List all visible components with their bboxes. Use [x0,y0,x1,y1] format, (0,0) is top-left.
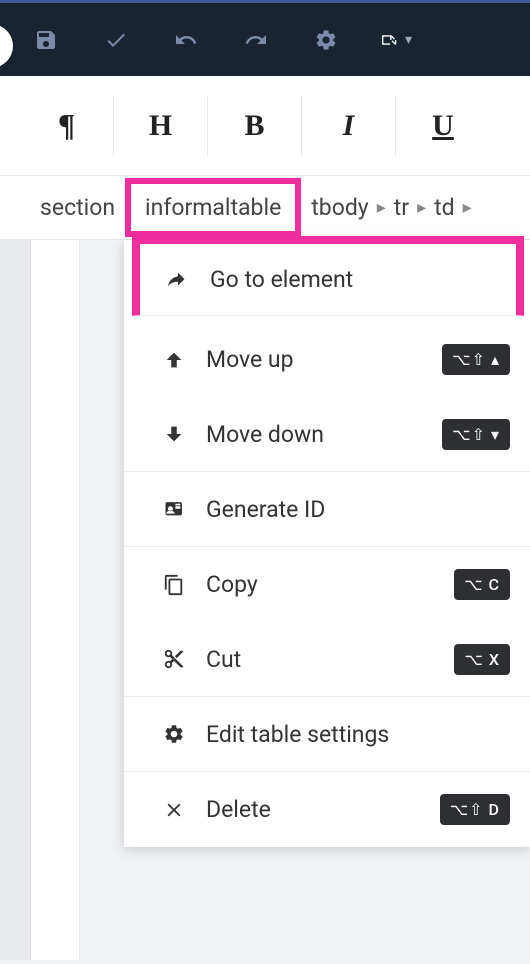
pilcrow-button[interactable]: ¶ [20,96,114,156]
menu-move-down[interactable]: Move down ⌥⇧ ▾ [124,397,530,472]
menu-label: Edit table settings [206,721,530,748]
breadcrumb-tr[interactable]: tr [384,194,419,221]
menu-delete[interactable]: Delete ⌥⇧ D [124,772,530,847]
close-icon [154,799,194,821]
fullscreen-icon[interactable]: ▾ [380,24,412,56]
gear-icon[interactable] [310,24,342,56]
shortcut-badge: ⌥ X [454,644,510,675]
menu-move-up[interactable]: Move up ⌥⇧ ▴ [124,322,530,397]
top-toolbar: ▾ [0,0,530,76]
redo-icon[interactable] [240,24,272,56]
doc-margin [30,240,80,960]
copy-icon [154,574,194,596]
cut-icon [154,648,194,670]
menu-copy[interactable]: Copy ⌥ C [124,547,530,622]
shortcut-badge: ⌥⇧ ▴ [442,344,510,375]
chevron-right-icon: ▸ [463,197,472,218]
undo-icon[interactable] [170,24,202,56]
format-toolbar: ¶ H B I U [0,76,530,176]
menu-label: Move up [206,346,442,373]
breadcrumb-tbody[interactable]: tbody [301,194,378,221]
menu-label: Generate ID [206,496,530,523]
menu-generate-id[interactable]: Generate ID [124,472,530,547]
context-menu: Go to element Move up ⌥⇧ ▴ Move down ⌥⇧ … [124,240,530,847]
breadcrumb-section[interactable]: section [30,194,125,221]
menu-label: Go to element [210,266,516,293]
menu-label: Copy [206,571,454,598]
breadcrumb: section informaltable tbody ▸ tr ▸ td ▸ [0,176,530,240]
id-card-icon [154,498,194,520]
italic-button[interactable]: I [302,96,396,156]
heading-button[interactable]: H [114,96,208,156]
menu-label: Move down [206,421,442,448]
menu-cut[interactable]: Cut ⌥ X [124,622,530,697]
menu-label: Delete [206,796,440,823]
bold-button[interactable]: B [208,96,302,156]
save-icon[interactable] [30,24,62,56]
arrow-up-icon [154,349,194,371]
shortcut-badge: ⌥⇧ D [440,794,510,825]
breadcrumb-informaltable[interactable]: informaltable [125,178,301,237]
gutter [0,240,30,960]
breadcrumb-td[interactable]: td [424,194,465,221]
underline-button[interactable]: U [396,96,490,156]
share-icon [158,269,198,291]
menu-go-to-element[interactable]: Go to element [132,236,524,316]
gear-icon [154,723,194,745]
arrow-down-icon [154,423,194,445]
shortcut-badge: ⌥ C [454,569,510,600]
check-icon[interactable] [100,24,132,56]
menu-edit-table-settings[interactable]: Edit table settings [124,697,530,772]
shortcut-badge: ⌥⇧ ▾ [442,419,510,450]
content-area: Go to element Move up ⌥⇧ ▴ Move down ⌥⇧ … [0,240,530,960]
menu-label: Cut [206,646,454,673]
